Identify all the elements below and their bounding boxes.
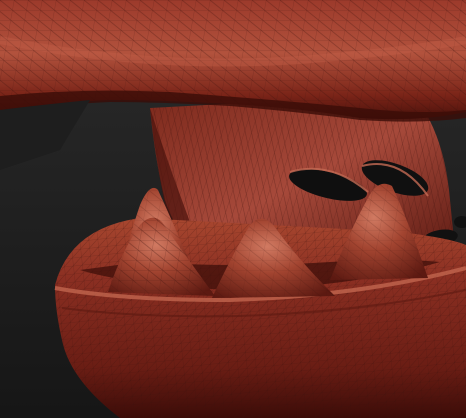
mesh-render[interactable]	[0, 0, 466, 418]
sculpt-viewport[interactable]	[0, 0, 466, 418]
